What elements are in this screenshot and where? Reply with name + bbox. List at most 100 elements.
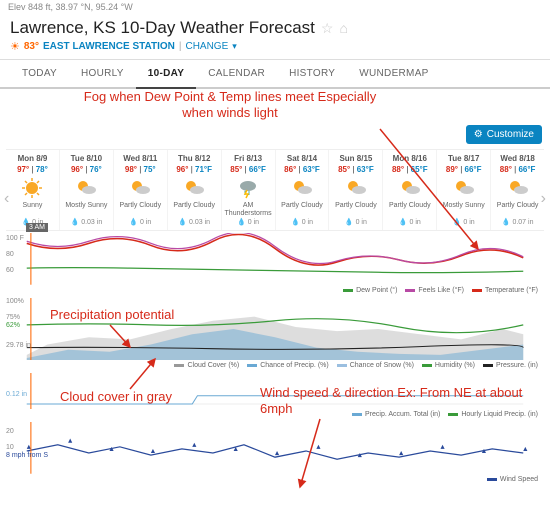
gear-icon: ⚙ [474,129,483,140]
temp-svg [6,233,544,285]
sun-icon: ☀ [10,40,20,53]
customize-label: Customize [487,129,534,140]
day-precip: 💧0.07 in [492,218,543,226]
tstorm-icon [223,177,274,199]
axis-10: 10 [6,444,14,451]
drop-icon: 💧 [237,218,246,226]
axis-wind-marker: 8 mph from S [6,452,56,459]
day-col[interactable]: Wed 8/18 88° | 66°F Partly Cloudy 💧0.07 in [491,150,544,230]
axis-pressure: 29.78 in [6,342,31,349]
day-col[interactable]: Wed 8/1198° | 75°Partly Cloudy💧0 in [114,150,168,230]
partly-cloudy-icon [384,177,435,199]
divider: | [179,41,182,52]
day-condition: Partly Cloudy [277,202,328,216]
tab-hourly[interactable]: HOURLY [69,60,136,87]
day-col[interactable]: Sat 8/1486° | 63°FPartly Cloudy💧0 in [276,150,330,230]
day-col[interactable]: Fri 8/1385° | 66°FAM Thunderstorms💧0 in [222,150,276,230]
legend-item: Humidity (%) [422,362,475,369]
day-date: Thu 8/12 [169,154,220,163]
legend-item: Dew Point (°) [343,287,397,294]
tab-10day[interactable]: 10-DAY [136,60,196,89]
tab-calendar[interactable]: CALENDAR [196,60,277,87]
day-strip: ‹ › Mon 8/997° | 78°Sunny💧0 inTue 8/1096… [6,149,544,231]
day-col[interactable]: Thu 8/1296° | 71°FPartly Cloudy💧0.03 in [168,150,222,230]
drop-icon: 💧 [453,218,462,226]
drop-icon: 💧 [291,218,300,226]
home-icon[interactable]: ⌂ [339,20,347,36]
mid-svg [6,298,544,360]
chevron-down-icon[interactable]: ▾ [232,41,237,52]
day-temps: 89° | 66°F [438,165,489,174]
day-col[interactable]: Sun 8/1585° | 63°FPartly Cloudy💧0 in [329,150,383,230]
star-icon[interactable]: ☆ [321,20,334,37]
legend-item: Temperature (°F) [472,287,538,294]
axis-20: 20 [6,428,14,435]
day-condition: Partly Cloudy [115,202,166,216]
day-date: Sun 8/15 [330,154,381,163]
tab-today[interactable]: TODAY [10,60,69,87]
current-temp: 83° [24,41,39,52]
partly-cloudy-icon [330,177,381,199]
page-header: Lawrence, KS 10-Day Weather Forecast ☆ ⌂… [0,14,550,60]
next-arrow-icon[interactable]: › [541,190,546,208]
day-date: Wed 8/18 [492,154,543,163]
legend-item: Pressure. (in) [483,362,538,369]
precip-chart: 0.12 in Precip. Accum. Total (in)Hourly … [6,373,544,420]
day-col[interactable]: Mon 8/997° | 78°Sunny💧0 in [6,150,60,230]
day-condition: Partly Cloudy [384,202,435,216]
day-precip: 💧0.03 in [169,218,220,226]
station-name[interactable]: EAST LAWRENCE STATION [43,41,175,52]
day-temps: 85° | 63°F [330,165,381,174]
drop-icon: 💧 [70,218,79,226]
day-condition: Mostly Sunny [438,202,489,216]
time-marker: 3 AM [26,223,48,232]
drop-icon: 💧 [502,218,511,226]
drop-icon: 💧 [129,218,138,226]
annotation-fog: Fog when Dew Point & Temp lines meet Esp… [80,89,380,120]
day-col[interactable]: Tue 8/1789° | 66°FMostly Sunny💧0 in [437,150,491,230]
change-station-link[interactable]: CHANGE [185,41,228,52]
day-date: Tue 8/17 [438,154,489,163]
legend-item: Feels Like (°F) [405,287,464,294]
legend-item: Chance of Snow (%) [337,362,414,369]
day-temps: 85° | 66°F [223,165,274,174]
location-meta: Elev 848 ft, 38.97 °N, 95.24 °W [0,0,550,14]
mostly-sunny-icon [438,177,489,199]
day-precip: 💧0 in [330,218,381,226]
nav-tabs: TODAYHOURLY10-DAYCALENDARHISTORYWUNDERMA… [0,60,550,89]
tab-wundermap[interactable]: WUNDERMAP [347,60,440,87]
day-temps: 97° | 78° [7,165,58,174]
mostly-sunny-icon [61,177,112,199]
day-condition: Mostly Sunny [61,202,112,216]
day-temps: 86° | 63°F [277,165,328,174]
day-condition: Partly Cloudy [492,202,543,216]
forecast-container: Fog when Dew Point & Temp lines meet Esp… [0,89,550,489]
day-col[interactable]: Tue 8/1096° | 76°Mostly Sunny💧0.03 in [60,150,114,230]
day-precip: 💧0 in [223,218,274,226]
customize-button[interactable]: ⚙ Customize [466,125,542,144]
day-col[interactable]: Mon 8/1688° | 65°FPartly Cloudy💧0 in [383,150,437,230]
day-precip: 💧0 in [115,218,166,226]
wind-chart: 20 10 8 mph from S Wind Speed [6,422,544,485]
precip-svg [6,373,544,409]
day-temps: 98° | 75° [115,165,166,174]
legend-item: Chance of Precip. (%) [247,362,328,369]
mid-chart: 100% 75% 62% 29.78 in Cloud Cover (%)Cha… [6,298,544,371]
partly-cloudy-icon [277,177,328,199]
prev-arrow-icon[interactable]: ‹ [4,190,9,208]
day-temps: 88° | 66°F [492,165,543,174]
axis-100f: 100 F [6,235,24,242]
axis-precip-marker: 0.12 in [6,391,27,398]
drop-icon: 💧 [345,218,354,226]
day-temps: 96° | 76° [61,165,112,174]
legend-item: Wind Speed [487,476,538,483]
page-title: Lawrence, KS 10-Day Weather Forecast [10,18,315,38]
tab-history[interactable]: HISTORY [277,60,347,87]
day-temps: 96° | 71°F [169,165,220,174]
legend-mid: Cloud Cover (%)Chance of Precip. (%)Chan… [6,360,544,371]
axis-60: 60 [6,267,14,274]
day-date: Mon 8/9 [7,154,58,163]
legend-temp: Dew Point (°) Feels Like (°F) Temperature … [6,285,544,296]
day-precip: 💧0 in [384,218,435,226]
partly-cloudy-icon [169,177,220,199]
